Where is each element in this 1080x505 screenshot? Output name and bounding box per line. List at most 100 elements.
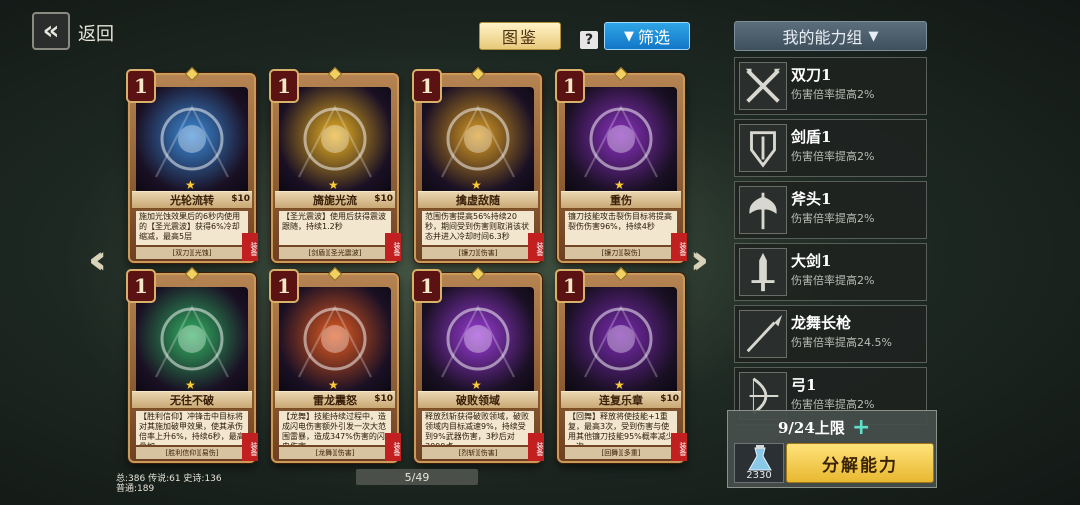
page-indicator: 5/49 (356, 469, 478, 485)
filter-label: 筛选 (637, 28, 670, 47)
card-tags: [龙舞][伤害] (279, 447, 391, 459)
card-tags: [双刀][光蚀] (136, 247, 248, 259)
star-icon: ★ (614, 178, 625, 192)
card-price: $10 (231, 194, 250, 204)
back-label[interactable]: 返回 (78, 20, 114, 46)
stats-line-1: 总:386 传说:61 史诗:136 (116, 474, 222, 484)
ability-card[interactable]: 1 ★ 旖旎光流 $10 【圣光震波】使用后获得震波跟随，持续1.2秒 [剑盾]… (269, 66, 401, 263)
ability-name: 大剑1 (791, 252, 832, 270)
ability-description: 伤害倍率提高2% (791, 150, 875, 163)
my-ability-set-dropdown[interactable]: 我的能力组 ▼ (734, 21, 927, 51)
equip-ribbon: 装备 (671, 433, 687, 461)
back-button[interactable]: « (32, 12, 70, 50)
card-tags: [镰刀][伤害] (422, 247, 534, 259)
ability-limit-panel: 9/24上限 + 2330 分解能力 (727, 410, 937, 488)
card-description: 释放烈斩获得破败领域，破败领域内目标减速9%，持续受到9%武器伤害，3秒后对30… (422, 411, 534, 445)
filter-button[interactable]: ▼ 筛选 (604, 22, 690, 50)
axe-icon (749, 192, 777, 230)
ability-slot[interactable]: 斧头1 伤害倍率提高2% (734, 181, 927, 239)
my-ability-set-label: 我的能力组 (782, 28, 863, 47)
ability-icon-box (739, 62, 787, 110)
ability-icon-box (739, 248, 787, 296)
card-tags: [回舞][多重] (565, 447, 677, 459)
card-cost: 1 (412, 69, 442, 103)
star-icon: ★ (328, 178, 339, 192)
card-name: 重伤 (561, 191, 681, 209)
ability-name: 龙舞长枪 (791, 314, 852, 332)
ability-name: 双刀1 (791, 66, 832, 84)
ability-name: 弓1 (791, 376, 817, 394)
triangle-down-icon: ▼ (623, 28, 634, 44)
equip-ribbon: 装备 (385, 433, 401, 461)
star-icon: ★ (471, 178, 482, 192)
card-description: 范围伤害提高56%持续20秒，期间受到伤害则取消该状态并进入冷却时间6.3秒 (422, 211, 534, 245)
equip-ribbon: 装备 (242, 433, 258, 461)
help-icon[interactable]: ? (580, 31, 598, 49)
card-tags: [烈斩][伤害] (422, 447, 534, 459)
equip-ribbon: 装备 (528, 433, 544, 461)
ability-description: 伤害倍率提高2% (791, 274, 875, 287)
card-description: 施加光蚀效果后的6秒内使用的【圣光震波】获得6%冷却缩减，最高5层 (136, 211, 248, 245)
crossed-blades-icon (745, 68, 781, 103)
ability-description: 伤害倍率提高2% (791, 88, 875, 101)
ability-icon-box (739, 124, 787, 172)
prev-page-arrow-icon[interactable]: ‹‹ (88, 240, 107, 280)
ability-slot[interactable]: 大剑1 伤害倍率提高2% (734, 243, 927, 301)
greatsword-icon (751, 252, 775, 292)
card-price: $10 (660, 394, 679, 404)
card-cost: 1 (412, 269, 442, 303)
card-tags: [胜利信仰][易伤] (136, 447, 248, 459)
equip-ribbon: 装备 (242, 233, 258, 261)
ability-name: 斧头1 (791, 190, 832, 208)
star-icon: ★ (471, 378, 482, 392)
card-cost: 1 (555, 269, 585, 303)
double-chevron-left-icon: « (42, 16, 60, 46)
card-cost: 1 (126, 69, 156, 103)
ability-description: 伤害倍率提高2% (791, 212, 875, 225)
star-icon: ★ (614, 378, 625, 392)
resource-count: 2330 (746, 470, 772, 481)
star-icon: ★ (185, 178, 196, 192)
ability-name: 剑盾1 (791, 128, 832, 146)
card-price: $10 (374, 194, 393, 204)
ability-card[interactable]: 1 ★ 雷龙震怒 $10 【龙舞】技能持续过程中，造成闪电伤害额外引发一次大范围… (269, 266, 401, 463)
equip-ribbon: 装备 (671, 233, 687, 261)
add-limit-plus-icon[interactable]: + (852, 415, 870, 440)
card-tags: [剑盾][圣光震波] (279, 247, 391, 259)
equip-ribbon: 装备 (528, 233, 544, 261)
card-cost: 1 (126, 269, 156, 303)
ability-icon-box (739, 310, 787, 358)
card-description: 【圣光震波】使用后获得震波跟随，持续1.2秒 (279, 211, 391, 245)
next-page-arrow-icon[interactable]: ›› (690, 240, 709, 280)
ability-card[interactable]: 1 ★ 连复乐章 $10 【回舞】释放将使技能+1重复，最高3次，受到伤害与使用… (555, 266, 687, 463)
decompose-button[interactable]: 分解能力 (786, 443, 934, 483)
card-price: $10 (374, 394, 393, 404)
ability-card[interactable]: 1 ★ 无往不破 【胜利信仰】冲锋击中目标将对其施加破甲效果，使其承伤倍率上升6… (126, 266, 258, 463)
ability-card[interactable]: 1 ★ 重伤 镰刀技能攻击裂伤目标将提高裂伤伤害96%，持续4秒 [镰刀][裂伤… (555, 66, 687, 263)
card-description: 【龙舞】技能持续过程中，造成闪电伤害额外引发一次大范围雷暴，造成347%伤害的闪… (279, 411, 391, 445)
card-name: 无往不破 (132, 391, 252, 409)
card-tags: [镰刀][裂伤] (565, 247, 677, 259)
star-icon: ★ (185, 378, 196, 392)
spear-icon (746, 314, 783, 353)
card-description: 【胜利信仰】冲锋击中目标将对其施加破甲效果，使其承伤倍率上升6%，持续6秒，最高… (136, 411, 248, 445)
card-name: 擒虚敌随 (418, 191, 538, 209)
ability-slot[interactable]: 剑盾1 伤害倍率提高2% (734, 119, 927, 177)
ability-card[interactable]: 1 ★ 擒虚敌随 范围伤害提高56%持续20秒，期间受到伤害则取消该状态并进入冷… (412, 66, 544, 263)
ability-card[interactable]: 1 ★ 光轮流转 $10 施加光蚀效果后的6秒内使用的【圣光震波】获得6%冷却缩… (126, 66, 258, 263)
ability-slot[interactable]: 龙舞长枪 伤害倍率提高24.5% (734, 305, 927, 363)
ability-slot[interactable]: 双刀1 伤害倍率提高2% (734, 57, 927, 115)
ability-icon-box (739, 186, 787, 234)
card-name: 破败领域 (418, 391, 538, 409)
card-cost: 1 (269, 269, 299, 303)
ability-limit-text: 9/24上限 (778, 419, 845, 437)
codex-button[interactable]: 图鉴 (479, 22, 561, 50)
ability-card[interactable]: 1 ★ 破败领域 释放烈斩获得破败领域，破败领域内目标减速9%，持续受到9%武器… (412, 266, 544, 463)
star-icon: ★ (328, 378, 339, 392)
ability-description: 伤害倍率提高24.5% (791, 336, 892, 349)
card-description: 【回舞】释放将使技能+1重复，最高3次，受到伤害与使用其他镰刀技能95%概率减少… (565, 411, 677, 445)
card-cost: 1 (269, 69, 299, 103)
equip-ribbon: 装备 (385, 233, 401, 261)
card-description: 镰刀技能攻击裂伤目标将提高裂伤伤害96%，持续4秒 (565, 211, 677, 245)
card-cost: 1 (555, 69, 585, 103)
